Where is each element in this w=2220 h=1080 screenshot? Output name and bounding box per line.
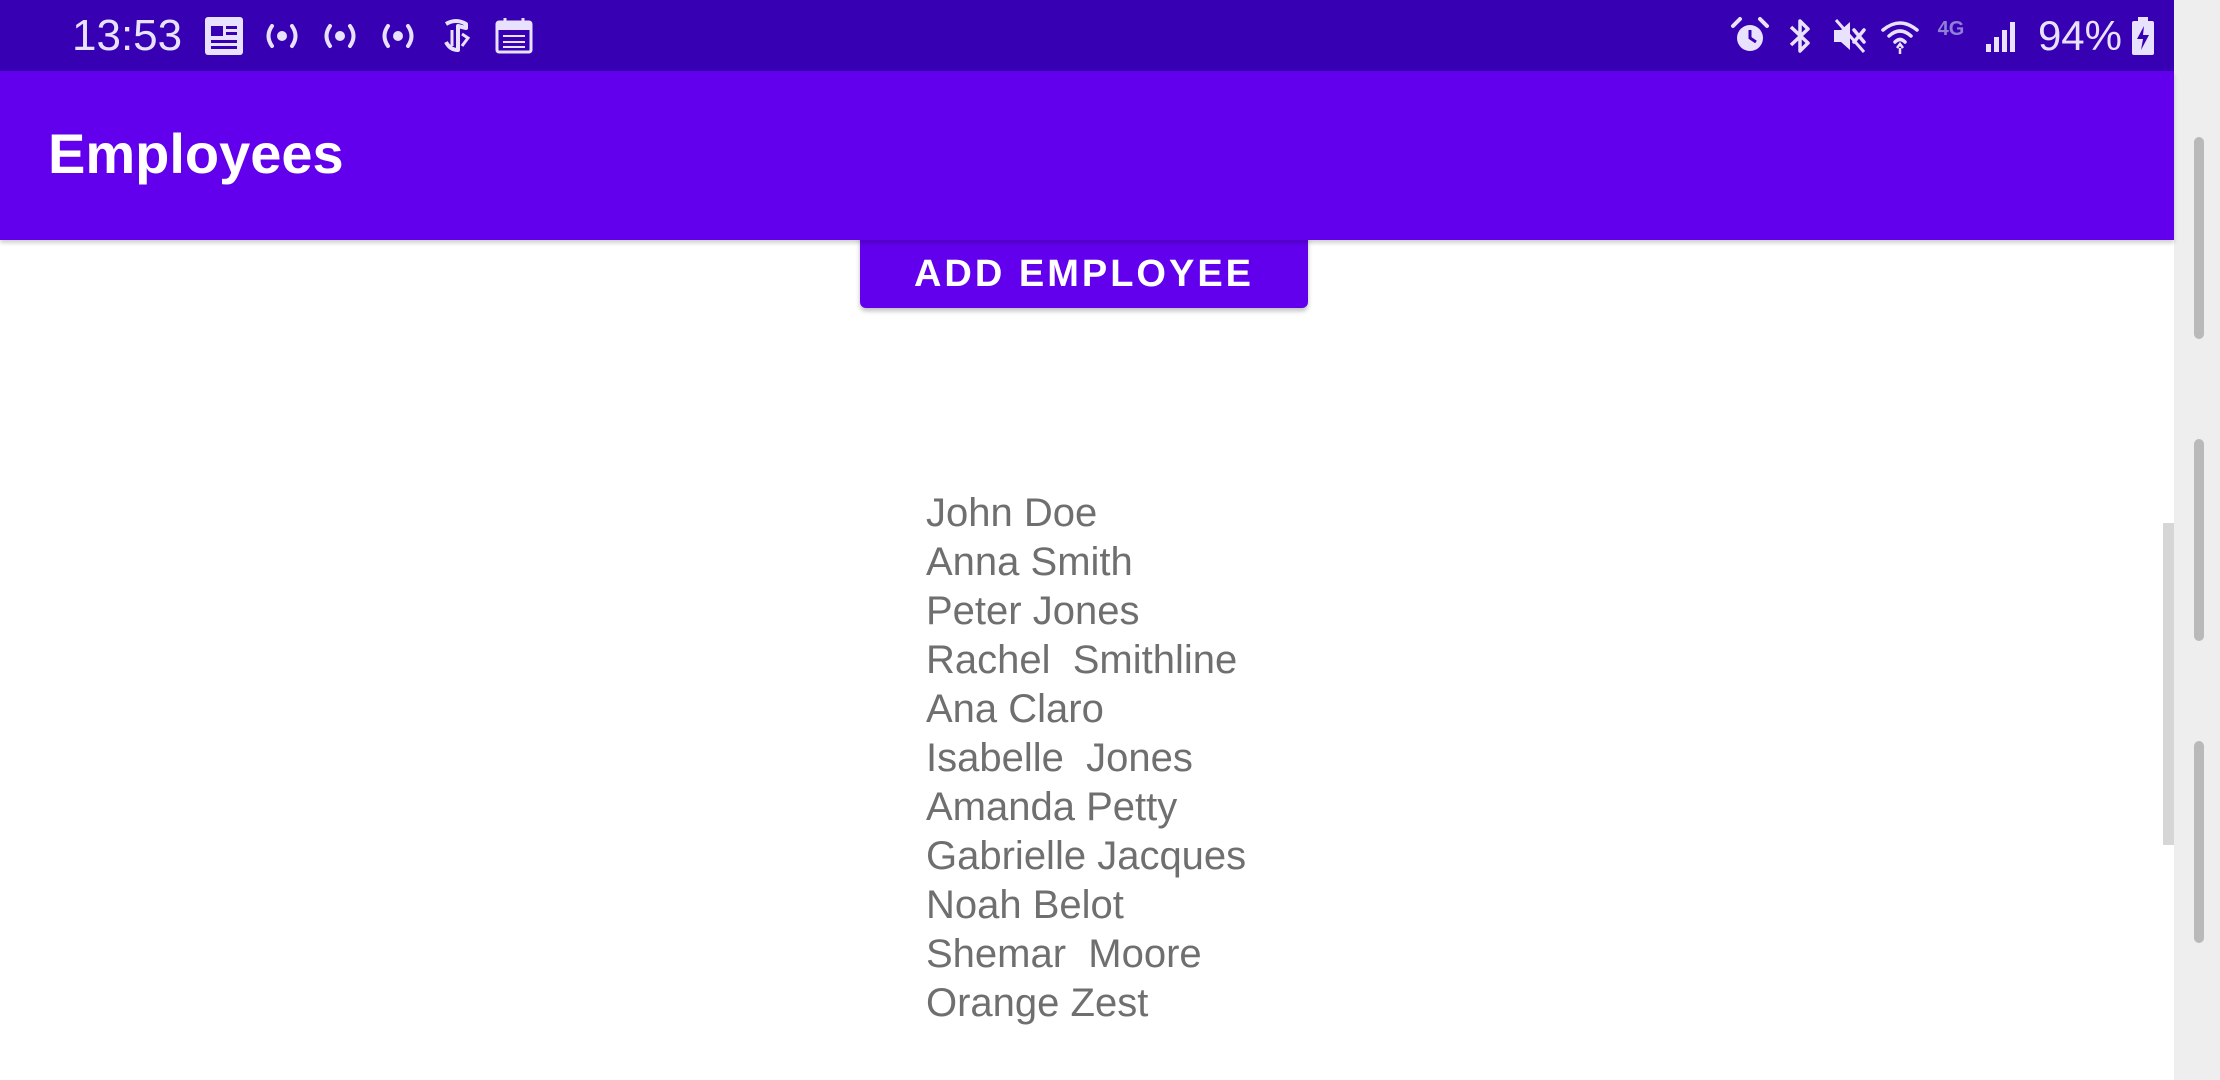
screen: 13:53 4G 94% Employees ADD EMPLOYEE John… (0, 0, 2220, 1080)
wifi-icon (1878, 14, 1922, 58)
notification-icons (202, 14, 536, 58)
employee-list-item: Amanda Petty (926, 785, 1178, 829)
broadcast-icon (318, 14, 362, 58)
network-type-label: 4G (1937, 18, 1965, 40)
4g-icon: 4G (1928, 14, 1974, 58)
employee-list-item: Rachel Smithline (926, 638, 1238, 682)
employee-list-item: Shemar Moore (926, 932, 1202, 976)
employee-list-item: Noah Belot (926, 883, 1124, 927)
employee-list-item: Orange Zest (926, 981, 1149, 1025)
battery-charging-icon (2128, 14, 2158, 58)
employee-list: John Doe Anna Smith Peter Jones Rachel S… (926, 489, 1246, 1028)
content-area[interactable]: ADD EMPLOYEE John Doe Anna Smith Peter J… (0, 200, 2174, 1080)
system-icons: 4G 94% (1728, 10, 2158, 62)
side-edge-panel (2174, 0, 2220, 1080)
signal-icon (1980, 14, 2024, 58)
broadcast-icon (260, 14, 304, 58)
employee-list-item: Ana Claro (926, 687, 1104, 731)
employee-list-item: Isabelle Jones (926, 736, 1193, 780)
employee-list-item: Peter Jones (926, 589, 1140, 633)
app-bar: Employees (0, 71, 2174, 240)
edge-handle-middle[interactable] (2194, 439, 2204, 641)
battery-percent: 94% (2037, 12, 2122, 59)
edge-handle-top[interactable] (2194, 137, 2204, 339)
page-title: Employees (48, 122, 344, 185)
employee-list-item: Anna Smith (926, 540, 1133, 584)
news-icon (202, 14, 246, 58)
calendar-icon (492, 14, 536, 58)
status-bar: 13:53 4G 94% (0, 0, 2174, 71)
alarm-icon (1728, 14, 1772, 58)
status-time: 13:53 (72, 11, 183, 60)
nyt-icon (434, 14, 478, 58)
bluetooth-icon (1778, 14, 1822, 58)
scrollbar-thumb[interactable] (2163, 523, 2174, 845)
edge-handle-bottom[interactable] (2194, 741, 2204, 943)
mute-icon (1828, 14, 1872, 58)
broadcast-icon (376, 14, 420, 58)
employee-list-item: John Doe (926, 491, 1098, 535)
employee-list-item: Gabrielle Jacques (926, 834, 1247, 878)
